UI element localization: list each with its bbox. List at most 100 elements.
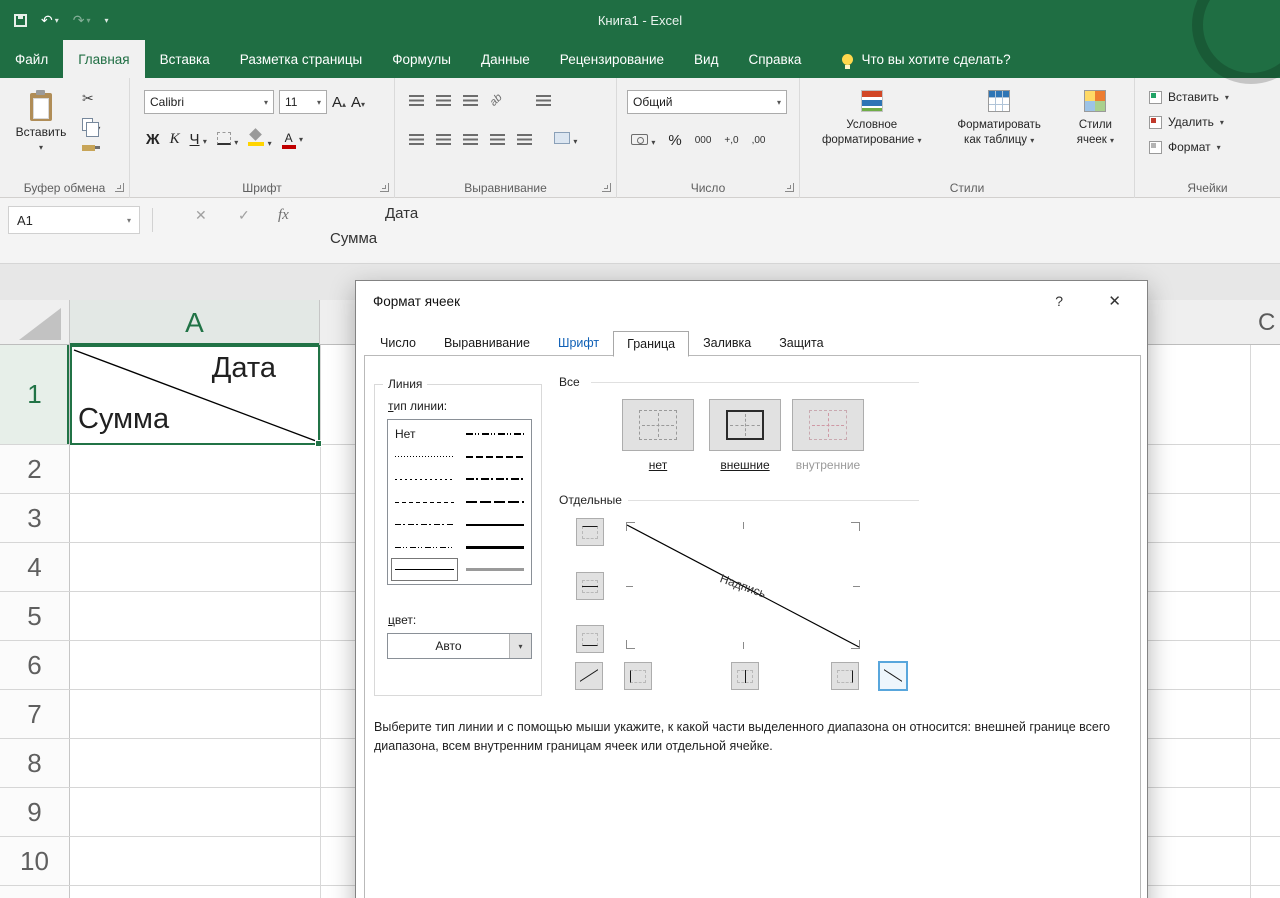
number-dialog-launcher-icon[interactable] bbox=[785, 183, 794, 192]
tell-me-search[interactable]: Что вы хотите сделать? bbox=[816, 40, 1010, 78]
dialog-tab-protection[interactable]: Защита bbox=[765, 330, 837, 356]
border-diagonal-up-button[interactable] bbox=[575, 662, 603, 690]
font-size-combo[interactable]: 11▾ bbox=[279, 90, 327, 114]
row-header-8[interactable]: 8 bbox=[0, 739, 70, 787]
borders-button[interactable]: ▾ bbox=[217, 132, 238, 148]
row-header-10[interactable]: 10 bbox=[0, 837, 70, 885]
enter-entry-icon[interactable]: ✓ bbox=[238, 207, 250, 224]
row-header-1[interactable]: 1 bbox=[0, 345, 70, 444]
increase-decimal-icon[interactable]: +,0 bbox=[724, 135, 738, 146]
preset-inside-button[interactable] bbox=[792, 399, 864, 451]
dialog-titlebar[interactable]: Формат ячеек ? ✕ bbox=[356, 281, 1147, 323]
line-style-dashed-small[interactable] bbox=[391, 491, 458, 514]
line-style-thick-solid[interactable] bbox=[462, 536, 529, 559]
border-diagonal-down-button[interactable] bbox=[878, 661, 908, 691]
align-left-icon[interactable] bbox=[409, 134, 424, 145]
italic-button[interactable]: К bbox=[170, 131, 180, 148]
cell-styles-button[interactable]: Стилиячеек ▾ bbox=[1071, 86, 1120, 152]
line-style-dash-dot[interactable] bbox=[391, 513, 458, 536]
conditional-formatting-button[interactable]: Условноеформатирование ▾ bbox=[816, 86, 928, 152]
name-box-dropdown-icon[interactable]: ▾ bbox=[127, 216, 131, 225]
font-name-combo[interactable]: Calibri▾ bbox=[144, 90, 274, 114]
formula-input[interactable]: Дата Сумма bbox=[310, 202, 1270, 261]
fill-handle[interactable] bbox=[315, 440, 322, 447]
cut-icon[interactable]: ✂ bbox=[82, 90, 94, 107]
clipboard-dialog-launcher-icon[interactable] bbox=[115, 183, 124, 192]
column-header-right[interactable]: C bbox=[1250, 300, 1280, 345]
line-style-double[interactable] bbox=[462, 558, 529, 581]
orientation-icon[interactable]: ab bbox=[488, 91, 505, 108]
line-style-med-dashed[interactable] bbox=[462, 446, 529, 469]
tab-formulas[interactable]: Формулы bbox=[377, 40, 466, 78]
line-style-medium-solid[interactable] bbox=[462, 513, 529, 536]
line-style-none[interactable]: Нет bbox=[391, 423, 458, 446]
delete-cells-button[interactable]: Удалить▾ bbox=[1149, 115, 1229, 129]
increase-font-button[interactable]: А▴ bbox=[332, 94, 346, 111]
format-as-table-button[interactable]: Форматироватькак таблицу ▾ bbox=[951, 86, 1046, 152]
fill-color-dropdown-icon[interactable]: ▾ bbox=[268, 139, 272, 148]
borders-dropdown-icon[interactable]: ▾ bbox=[234, 138, 238, 147]
row-header-9[interactable]: 9 bbox=[0, 788, 70, 836]
decrease-indent-icon[interactable] bbox=[490, 134, 505, 145]
tab-insert[interactable]: Вставка bbox=[145, 40, 225, 78]
decrease-decimal-icon[interactable]: ,00 bbox=[752, 135, 766, 146]
row-header-7[interactable]: 7 bbox=[0, 690, 70, 738]
font-size-dropdown-icon[interactable]: ▾ bbox=[312, 98, 321, 107]
wrap-text-icon[interactable] bbox=[536, 95, 551, 106]
line-style-listbox[interactable]: Нет bbox=[387, 419, 532, 585]
select-all-corner[interactable] bbox=[0, 300, 70, 345]
tab-review[interactable]: Рецензирование bbox=[545, 40, 679, 78]
copy-button[interactable]: ▾ bbox=[82, 118, 100, 134]
line-style-dotted[interactable] bbox=[391, 468, 458, 491]
column-header-a[interactable]: A bbox=[70, 300, 320, 345]
line-style-dash-dot-dot[interactable] bbox=[391, 536, 458, 559]
border-inner-horizontal-button[interactable] bbox=[576, 572, 604, 600]
border-left-button[interactable] bbox=[624, 662, 652, 690]
border-top-button[interactable] bbox=[576, 518, 604, 546]
bold-button[interactable]: Ж bbox=[146, 131, 160, 148]
tab-help[interactable]: Справка bbox=[733, 40, 816, 78]
align-bottom-icon[interactable] bbox=[463, 95, 478, 106]
border-bottom-button[interactable] bbox=[576, 625, 604, 653]
line-style-thin-solid-selected[interactable] bbox=[391, 558, 458, 581]
cell-a1[interactable]: Дата Сумма bbox=[70, 345, 320, 445]
dialog-tab-number[interactable]: Число bbox=[366, 330, 430, 356]
tab-file[interactable]: Файл bbox=[0, 40, 63, 78]
dialog-tab-font[interactable]: Шрифт bbox=[544, 330, 613, 356]
number-format-dropdown-icon[interactable]: ▾ bbox=[772, 98, 781, 107]
tab-home[interactable]: Главная bbox=[63, 40, 144, 78]
insert-cells-button[interactable]: Вставить▾ bbox=[1149, 90, 1229, 104]
line-style-dotted-fine[interactable] bbox=[391, 446, 458, 469]
align-right-icon[interactable] bbox=[463, 134, 478, 145]
dialog-tab-alignment[interactable]: Выравнивание bbox=[430, 330, 544, 356]
preset-outline-button[interactable] bbox=[709, 399, 781, 451]
insert-dropdown-icon[interactable]: ▾ bbox=[1225, 93, 1229, 102]
font-name-dropdown-icon[interactable]: ▾ bbox=[259, 98, 268, 107]
comma-style-icon[interactable]: 000 bbox=[695, 135, 712, 146]
row-header-2[interactable]: 2 bbox=[0, 445, 70, 493]
underline-button[interactable]: Ч ▾ bbox=[190, 131, 207, 148]
format-dropdown-icon[interactable]: ▾ bbox=[1217, 143, 1221, 152]
border-preview[interactable]: Надпись bbox=[622, 518, 864, 653]
tab-page-layout[interactable]: Разметка страницы bbox=[225, 40, 377, 78]
tab-view[interactable]: Вид bbox=[679, 40, 733, 78]
align-top-icon[interactable] bbox=[409, 95, 424, 106]
row-header-5[interactable]: 5 bbox=[0, 592, 70, 640]
tab-data[interactable]: Данные bbox=[466, 40, 545, 78]
row-header-6[interactable]: 6 bbox=[0, 641, 70, 689]
font-color-dropdown-icon[interactable]: ▾ bbox=[299, 135, 303, 144]
number-format-combo[interactable]: Общий▾ bbox=[627, 90, 787, 114]
line-style-med-dash-dot[interactable] bbox=[462, 468, 529, 491]
underline-dropdown-icon[interactable]: ▾ bbox=[203, 137, 207, 146]
color-dropdown[interactable]: Авто ▾ bbox=[387, 633, 532, 659]
percent-style-icon[interactable]: % bbox=[668, 132, 681, 149]
dialog-help-icon[interactable]: ? bbox=[1055, 293, 1063, 309]
alignment-dialog-launcher-icon[interactable] bbox=[602, 183, 611, 192]
paste-dropdown-icon[interactable]: ▾ bbox=[39, 143, 43, 152]
color-dropdown-icon[interactable]: ▾ bbox=[509, 634, 531, 658]
accounting-dropdown-icon[interactable]: ▾ bbox=[651, 138, 655, 147]
insert-function-icon[interactable]: fx bbox=[278, 207, 289, 224]
font-color-button[interactable]: А ▾ bbox=[282, 131, 303, 149]
dialog-close-icon[interactable]: ✕ bbox=[1108, 292, 1121, 310]
cancel-entry-icon[interactable]: ✕ bbox=[195, 207, 207, 224]
